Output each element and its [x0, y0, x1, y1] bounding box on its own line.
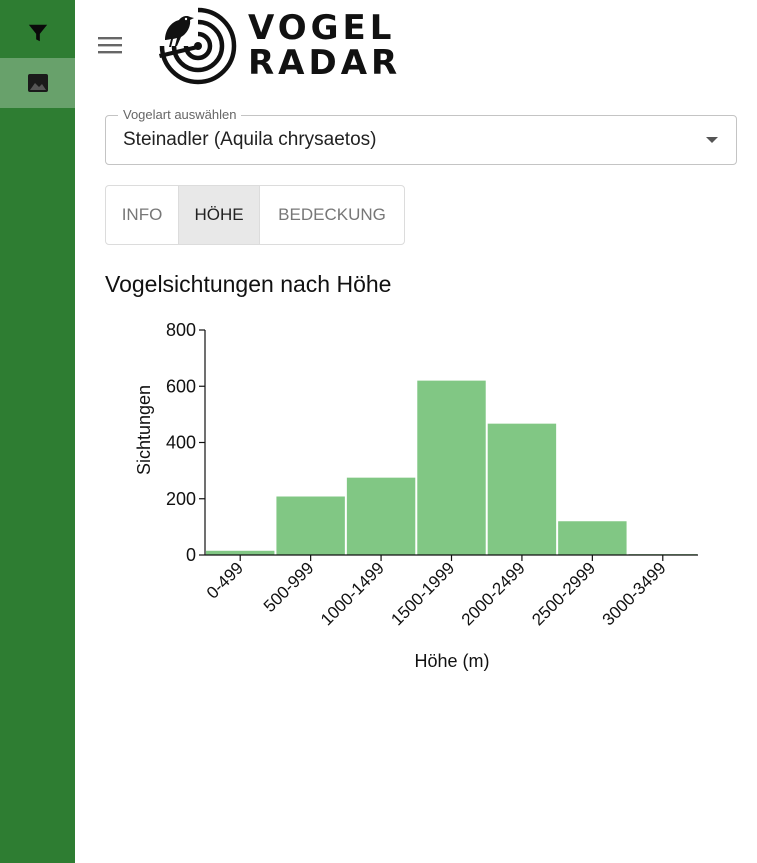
bar [276, 496, 345, 555]
bar [417, 380, 486, 555]
bar [346, 477, 416, 555]
x-axis-label: Höhe (m) [414, 651, 489, 671]
altitude-bar-chart: 0 200 400 600 800 0-499 500-999 1000-1499 1500-1… [134, 320, 698, 671]
x-tick-label: 1500-1999 [387, 558, 458, 629]
x-tick-label: 3000-3499 [599, 558, 670, 629]
x-tick-label: 0-499 [203, 558, 247, 602]
bar [487, 423, 557, 555]
bar [206, 550, 275, 555]
x-tick-label: 2500-2999 [528, 558, 599, 629]
x-tick-label: 2000-2499 [458, 558, 529, 629]
bar [558, 521, 627, 555]
y-tick-label: 200 [166, 489, 196, 509]
y-tick-label: 800 [166, 320, 196, 340]
y-axis-label: Sichtungen [134, 385, 154, 475]
y-tick-label: 600 [166, 376, 196, 396]
y-tick-label: 0 [186, 545, 196, 565]
x-tick-label: 1000-1499 [317, 558, 388, 629]
y-tick-label: 400 [166, 433, 196, 453]
x-tick-label: 500-999 [260, 558, 318, 616]
